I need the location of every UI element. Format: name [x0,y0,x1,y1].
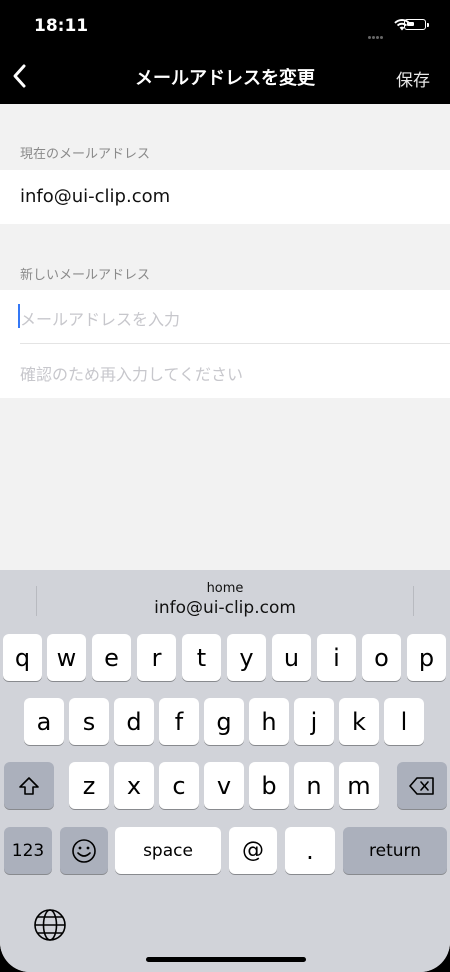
key-f[interactable]: f [159,698,199,745]
signal-icon [368,24,388,39]
key-w[interactable]: w [47,634,86,681]
nav-header: 18:11 メールアドレスを変更 保存 [0,0,450,104]
key-c[interactable]: c [159,762,199,809]
suggestion-bar[interactable]: home info@ui-clip.com [0,570,450,622]
return-key[interactable]: return [343,827,447,874]
confirm-email-input[interactable]: 確認のため再入力してください [20,361,243,385]
key-d[interactable]: d [114,698,154,745]
key-u[interactable]: u [272,634,311,681]
new-email-label: 新しいメールアドレス [20,268,151,283]
new-email-group: メールアドレスを入力 確認のため再入力してください [0,290,450,398]
key-y[interactable]: y [227,634,266,681]
globe-icon[interactable] [33,908,67,942]
key-a[interactable]: a [24,698,64,745]
dot-key[interactable]: . [285,827,335,874]
shift-key[interactable] [4,762,54,809]
at-key[interactable]: @ [229,827,277,874]
shift-arrow-icon [19,776,39,795]
key-e[interactable]: e [92,634,131,681]
key-t[interactable]: t [182,634,221,681]
key-m[interactable]: m [339,762,379,809]
key-s[interactable]: s [69,698,109,745]
key-p[interactable]: p [407,634,446,681]
emoji-icon [72,838,96,863]
screen: 18:11 メールアドレスを変更 保存 現在のメールアドレス info@ui-c… [0,0,450,972]
key-l[interactable]: l [384,698,424,745]
key-x[interactable]: x [114,762,154,809]
keyboard: home info@ui-clip.com q w e r t y u i o … [0,570,450,972]
suggestion-email[interactable]: info@ui-clip.com [0,598,450,618]
text-cursor [18,304,20,328]
current-email-row: info@ui-clip.com [0,170,450,224]
new-email-input[interactable]: メールアドレスを入力 [20,306,180,330]
save-button[interactable]: 保存 [396,66,430,91]
key-h[interactable]: h [249,698,289,745]
field-divider [20,343,450,344]
key-o[interactable]: o [362,634,401,681]
page-title: メールアドレスを変更 [135,68,315,89]
current-email-value: info@ui-clip.com [20,186,171,207]
battery-tip [427,23,429,27]
key-j[interactable]: j [294,698,334,745]
home-indicator[interactable] [146,957,306,962]
key-b[interactable]: b [249,762,289,809]
suggestion-divider [413,586,414,616]
key-i[interactable]: i [317,634,356,681]
key-k[interactable]: k [339,698,379,745]
numbers-key[interactable]: 123 [4,827,52,874]
status-time: 18:11 [34,16,89,36]
key-z[interactable]: z [69,762,109,809]
key-r[interactable]: r [137,634,176,681]
current-email-label: 現在のメールアドレス [20,147,151,162]
key-g[interactable]: g [204,698,244,745]
key-q[interactable]: q [3,634,42,681]
emoji-key[interactable] [60,827,108,874]
delete-key[interactable] [397,762,447,809]
battery-icon [404,19,426,30]
key-v[interactable]: v [204,762,244,809]
key-n[interactable]: n [294,762,334,809]
space-key[interactable]: space [115,827,221,874]
suggestion-label: home [206,581,244,596]
backspace-icon [409,776,434,795]
